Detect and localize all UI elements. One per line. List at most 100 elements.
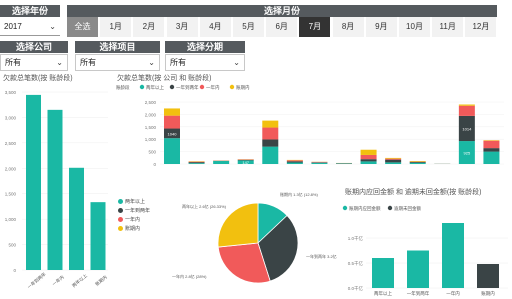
y-tick-label: 3,500 (5, 90, 17, 95)
month-12[interactable]: 12月 (465, 17, 497, 37)
data-label: 2010 (71, 162, 82, 167)
month-4[interactable]: 4月 (199, 17, 231, 37)
stack-segment (237, 159, 254, 161)
legend-label: 账期内 (125, 226, 141, 232)
bar (442, 223, 464, 288)
pie-label: 一年到两年 3.2亿 (31.78%) (306, 253, 338, 259)
stack-segment (483, 140, 500, 149)
stack-segment (262, 146, 279, 164)
y-tick-label: 2,000 (5, 166, 17, 171)
stack-segment (409, 161, 426, 163)
month-1[interactable]: 1月 (100, 17, 132, 37)
legend-label: 一年内 (125, 217, 141, 223)
month-2[interactable]: 2月 (133, 17, 165, 37)
month-7[interactable]: 7月 (299, 17, 331, 37)
month-3[interactable]: 3月 (166, 17, 198, 37)
legend-title: 账龄段 (116, 84, 130, 91)
stack-segment (262, 127, 279, 140)
x-tick-label: 账期内 (94, 273, 109, 287)
legend-label: 一年到两年 (176, 84, 199, 91)
legend-label: 两年以上 (146, 84, 164, 91)
y-tick-label: 2,000 (145, 112, 157, 117)
x-tick-label: 账期内 (481, 290, 495, 297)
stack-segment (483, 148, 500, 152)
project-value: 所有 (80, 58, 96, 67)
chart3-pie: 账期内 1.3亿 (12.8%) 一年到两年 3.2亿 (31.78%) 一年内 2… (172, 191, 338, 284)
stack-segment (188, 163, 205, 164)
x-tick-label: 两年以上 (374, 290, 392, 297)
legend-swatch (118, 208, 123, 214)
chevron-down-icon: ⌄ (49, 22, 56, 31)
company-value: 所有 (5, 58, 21, 67)
data-label: 3149 (50, 104, 61, 109)
stack-segment (286, 162, 303, 164)
project-dropdown[interactable]: 所有 ⌄ (75, 54, 160, 71)
stack-segment (311, 162, 328, 164)
y-tick-label: 500 (148, 150, 156, 155)
legend-label: 两年以上 (125, 199, 146, 205)
company-header: 选择公司 (0, 41, 68, 53)
stack-segment (458, 104, 475, 106)
legend-label: 账期内 (236, 84, 250, 91)
chart1-legend-item: 一年到两年 (118, 207, 150, 214)
data-label: 925 (464, 151, 471, 156)
stack-segment (360, 161, 377, 164)
year-value: 2017 (4, 22, 22, 31)
stack-segment (458, 105, 475, 116)
project-header: 选择项目 (75, 41, 160, 53)
y-tick-label: 3,000 (5, 115, 17, 120)
y-tick-label: 1,000 (145, 137, 157, 142)
bar (26, 94, 41, 270)
year-header: 选择年份 (0, 5, 60, 17)
stack-segment (213, 161, 230, 164)
bar (477, 264, 499, 288)
company-dropdown[interactable]: 所有 ⌄ (0, 54, 68, 71)
month-6[interactable]: 6月 (266, 17, 298, 37)
legend-swatch (387, 205, 393, 211)
stack-segment (409, 162, 426, 164)
pie-label: 账期内 1.3亿 (12.8%) (280, 191, 318, 197)
month-10[interactable]: 10月 (399, 17, 430, 37)
month-9[interactable]: 9月 (365, 17, 397, 37)
x-tick-label: 一年内 (51, 273, 66, 287)
stack-segment (385, 157, 402, 159)
legend-swatch (342, 205, 348, 211)
month-5[interactable]: 5月 (233, 17, 264, 37)
pie-label: 两年以上 2.6亿 (26.33%) (182, 203, 227, 209)
legend-label: 账期内应回金额 (349, 205, 381, 212)
stack-segment (483, 151, 500, 164)
month-0[interactable]: 全选 (67, 17, 98, 37)
month-11[interactable]: 11月 (432, 17, 464, 37)
bar (69, 167, 84, 270)
stack-segment (385, 162, 402, 164)
legend-swatch (118, 217, 123, 223)
month-header: 选择月份 (67, 5, 497, 17)
legend-label: 一年内 (206, 84, 220, 91)
stack-segment (385, 158, 402, 160)
chart1-bar-by-aging: 0 500 1,000 1,500 2,000 2,500 3,000 3,500 3443 一年… (5, 89, 109, 291)
chart1-legend-item: 两年以上 (118, 198, 145, 205)
stack-segment (286, 160, 303, 162)
chart4-bar-amounts: 账期内应回金额 逾期未回金额 0.0千亿 0.5千亿 1.0千亿两年以上 一年到两年 一年内… (342, 205, 508, 297)
data-label: 147 (242, 160, 249, 165)
y-tick-label: 1,500 (145, 125, 157, 130)
y-tick-label: 0.0千亿 (348, 285, 364, 292)
term-dropdown[interactable]: 所有 ⌄ (165, 54, 245, 71)
legend-swatch (118, 226, 123, 232)
stack-segment (385, 159, 402, 163)
legend-label: 逾期未回金额 (394, 205, 421, 212)
stack-segment (164, 108, 180, 116)
month-8[interactable]: 8月 (332, 17, 364, 37)
bar (407, 250, 429, 288)
y-tick-label: 500 (8, 243, 16, 248)
legend-label: 一年到两年 (125, 208, 151, 214)
year-dropdown[interactable]: 2017 ⌄ (0, 19, 60, 36)
y-tick-label: 2,500 (5, 141, 17, 146)
stack-segment (262, 139, 279, 147)
y-tick-label: 1,000 (5, 217, 17, 222)
chevron-down-icon: ⌄ (56, 58, 63, 67)
data-label: 1040 (168, 131, 178, 136)
stack-segment (409, 161, 426, 162)
stack-segment (164, 115, 180, 129)
x-tick-label: 一年内 (446, 290, 460, 297)
